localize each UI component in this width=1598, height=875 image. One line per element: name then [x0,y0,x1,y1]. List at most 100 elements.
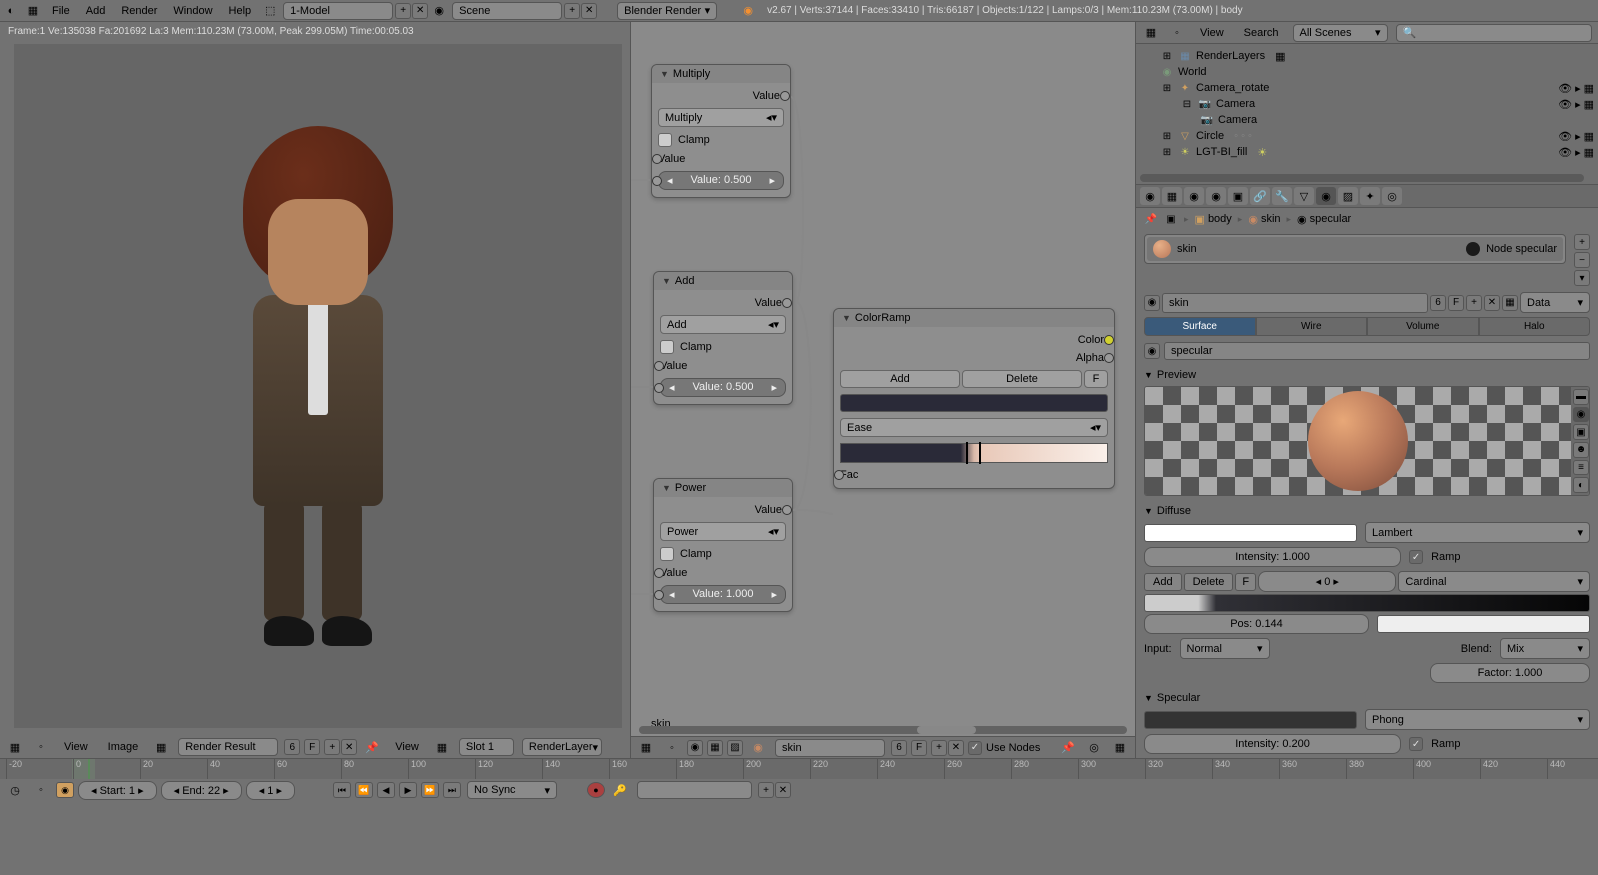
input-socket[interactable] [652,176,662,186]
tree-remove-button[interactable]: ✕ [948,740,964,756]
image-fake-user[interactable]: F [304,739,320,755]
value-field[interactable]: ◂Value: 1.000▸ [660,585,786,604]
ramp-flip-button[interactable]: F [1084,370,1108,388]
menu-window[interactable]: Window [165,5,220,17]
scene-add-button[interactable]: + [564,3,580,19]
ramp-blend-select[interactable]: Mix▾ [1500,638,1590,659]
tab-render[interactable]: ◉ [1140,187,1160,205]
image-users[interactable]: 6 [284,739,300,755]
layout-add-button[interactable]: + [395,3,411,19]
output-socket-alpha[interactable] [1104,353,1114,363]
jump-to-end-button[interactable]: ⏭ [443,782,461,798]
tab-halo[interactable]: Halo [1479,317,1591,336]
outliner-tree[interactable]: ⊞▦RenderLayers▦ ◉World ⊞✦Camera_rotate👁▸… [1136,44,1598,184]
renderlayer-selector[interactable]: RenderLayer▾ [522,738,602,756]
ramp-f-button[interactable]: F [1235,573,1256,591]
start-frame-field[interactable]: ◂ Start: 1 ▸ [78,781,157,800]
tab-modifiers[interactable]: 🔧 [1272,187,1292,205]
breadcrumb-material[interactable]: ◉skin [1248,213,1280,226]
operation-select[interactable]: Multiply◂▾ [658,108,784,127]
backdrop-icon[interactable]: ▦ [1110,739,1130,757]
keying-set-icon[interactable]: 🔑 [610,781,630,799]
pin-icon[interactable]: 📌 [362,738,382,756]
node-header[interactable]: ColorRamp [834,309,1114,327]
tree-fake-user[interactable]: F [911,740,927,756]
jump-prev-keyframe-button[interactable]: ⏪ [355,782,373,798]
expand-icon[interactable]: ◦ [1167,24,1187,42]
play-reverse-button[interactable]: ◀ [377,782,395,798]
preview-flat-button[interactable]: ▬ [1573,389,1589,405]
render-viewport[interactable] [14,44,622,728]
tab-surface[interactable]: Surface [1144,317,1256,336]
preview-cube-button[interactable]: ▣ [1573,424,1589,440]
output-socket[interactable] [782,298,792,308]
input-socket[interactable] [654,383,664,393]
output-socket[interactable] [780,91,790,101]
input-socket[interactable] [654,361,664,371]
menu-file[interactable]: File [44,5,78,17]
sync-mode-select[interactable]: No Sync▾ [467,781,557,799]
outliner-item-camera-rotate[interactable]: ⊞✦Camera_rotate👁▸▦ [1140,80,1594,96]
ramp-factor-field[interactable]: Factor: 1.000 [1430,663,1590,683]
editor-type-image-icon[interactable]: ▦ [5,738,25,756]
output-socket-color[interactable] [1104,335,1114,345]
tab-data[interactable]: ▽ [1294,187,1314,205]
input-socket-fac[interactable] [834,470,844,480]
value-field[interactable]: ◂Value: 0.500▸ [658,171,784,190]
use-nodes-checkbox[interactable] [968,741,982,755]
ramp-add-button[interactable]: Add [840,370,960,388]
material-remove-button[interactable]: − [1574,252,1590,268]
clamp-checkbox[interactable] [658,133,672,147]
material-fake-user[interactable]: F [1448,295,1464,311]
menu-help[interactable]: Help [221,5,260,17]
outliner-item-circle[interactable]: ⊞▽Circle◦ ◦ ◦👁▸▦ [1140,128,1594,144]
current-frame-field[interactable]: ◂ 1 ▸ [246,781,295,800]
value-field[interactable]: ◂Value: 0.500▸ [660,378,786,397]
layout-selector[interactable]: 1-Model [283,2,393,20]
material-menu-button[interactable]: ▾ [1574,270,1590,286]
node-multiply[interactable]: Multiply Value Multiply◂▾ Clamp Value ◂V… [651,64,791,198]
input-socket[interactable] [654,590,664,600]
preview-sphere-button[interactable]: ◉ [1573,407,1589,423]
specular-panel-header[interactable]: Specular [1144,689,1590,707]
material-slot-skin[interactable]: skinNode specular [1147,237,1563,261]
color-ramp-gradient[interactable] [840,443,1108,463]
tree-type-texture[interactable]: ▨ [727,740,743,756]
preview-hair-button[interactable]: ≡ [1573,460,1589,476]
outliner-search-field[interactable]: 🔍 [1396,24,1592,42]
tab-scene[interactable]: ◉ [1184,187,1204,205]
tab-object[interactable]: ▣ [1228,187,1248,205]
preview-monkey-button[interactable]: ☻ [1573,442,1589,458]
material-new-button[interactable]: + [1466,295,1482,311]
preview-panel-header[interactable]: Preview [1144,366,1590,384]
specular-color-swatch[interactable] [1144,711,1357,729]
scene-icon[interactable]: ◉ [429,2,449,20]
output-socket[interactable] [782,505,792,515]
ramp-position-index[interactable]: ◂ 0 ▸ [1258,571,1396,592]
diffuse-intensity-field[interactable]: Intensity: 1.000 [1144,547,1401,567]
tab-render-layers[interactable]: ▦ [1162,187,1182,205]
expand-icon[interactable]: ◦ [31,781,51,799]
tree-add-button[interactable]: + [931,740,947,756]
material-users-count[interactable]: 6 [1430,295,1446,311]
outliner-item-camera-data[interactable]: 📷Camera [1140,112,1594,128]
outliner-item-world[interactable]: ◉World [1140,64,1594,80]
material-unlink-button[interactable]: ✕ [1484,295,1500,311]
interpolation-select[interactable]: Ease◂▾ [840,418,1108,437]
operation-select[interactable]: Power◂▾ [660,522,786,541]
specular-shader-select[interactable]: Phong▾ [1365,709,1590,730]
view-menu-2[interactable]: View [387,741,427,753]
outliner-search-menu[interactable]: Search [1236,27,1287,39]
keying-set-field[interactable] [637,781,752,799]
material-sphere-icon[interactable]: ◉ [748,739,768,757]
operation-select[interactable]: Add◂▾ [660,315,786,334]
node-power[interactable]: Power Value Power◂▾ Clamp Value ◂Value: … [653,478,793,612]
scene-selector[interactable]: Scene [452,2,562,20]
ramp-color-swatch[interactable] [840,394,1108,412]
tab-wire[interactable]: Wire [1256,317,1368,336]
tab-world[interactable]: ◉ [1206,187,1226,205]
node-header[interactable]: Power [654,479,792,497]
editor-type-timeline-icon[interactable]: ◷ [5,781,25,799]
outliner-mode-select[interactable]: All Scenes▾ [1293,24,1388,42]
tree-type-shader[interactable]: ◉ [687,740,703,756]
